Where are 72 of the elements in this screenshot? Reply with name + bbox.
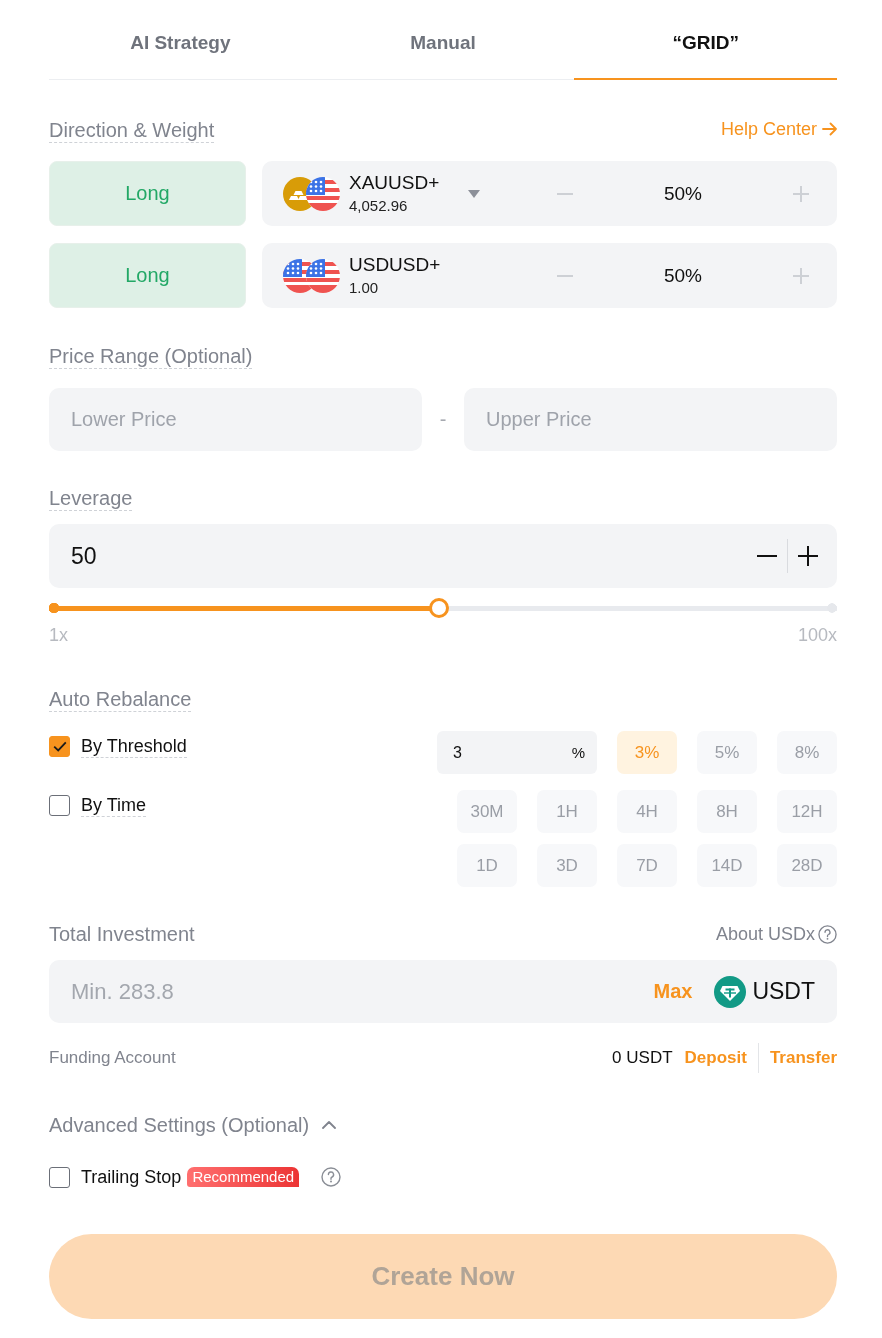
time-option[interactable]: 12H <box>777 790 837 833</box>
investment-field[interactable]: Min. 283.8 Max USDT <box>49 960 837 1023</box>
section-title: Leverage <box>49 486 133 511</box>
threshold-option[interactable]: 5% <box>697 731 757 774</box>
slider-max-label: 100x <box>797 625 837 645</box>
balance-value: 0 USDT <box>612 1047 673 1069</box>
checkbox[interactable] <box>49 795 70 816</box>
leverage-field[interactable]: 50 <box>49 524 837 588</box>
direction-button[interactable]: Long <box>49 161 246 226</box>
section-title: Auto Rebalance <box>49 687 192 712</box>
minus-icon <box>557 274 573 277</box>
arrow-right-icon <box>822 121 837 136</box>
threshold-option[interactable]: 8% <box>777 731 837 774</box>
two-flags-icon <box>283 258 340 293</box>
help-icon <box>818 924 837 944</box>
minus-icon <box>557 192 573 195</box>
caret-down-icon[interactable] <box>468 189 480 198</box>
weight-value: 50% <box>664 182 702 205</box>
plus-icon <box>798 546 818 566</box>
max-button[interactable]: Max <box>653 980 693 1003</box>
recommended-badge: Recommended <box>187 1167 300 1187</box>
checkbox[interactable] <box>49 1166 70 1188</box>
tab[interactable]: AI Strategy <box>49 0 312 80</box>
time-option[interactable]: 14D <box>697 844 757 887</box>
threshold-field[interactable]: 3 % <box>437 731 597 774</box>
threshold-input[interactable]: 3 <box>453 738 572 767</box>
funding-account-label: Funding Account <box>49 1047 176 1069</box>
time-option[interactable]: 30M <box>457 790 517 833</box>
help-icon[interactable] <box>321 1167 342 1187</box>
checkbox-label: By Threshold <box>81 735 187 758</box>
time-option[interactable]: 4H <box>617 790 677 833</box>
lower-price-input[interactable]: Lower Price <box>49 388 422 451</box>
threshold-option[interactable]: 3% <box>617 731 677 774</box>
weight-value: 50% <box>664 264 702 287</box>
time-option[interactable]: 7D <box>617 844 677 887</box>
advanced-settings-toggle[interactable]: Advanced Settings (Optional) <box>49 1113 337 1137</box>
ingots-and-flag-icon <box>283 176 340 211</box>
coin-icon <box>714 975 747 1008</box>
slider-min-label: 1x <box>49 625 68 645</box>
plus-icon <box>793 185 809 202</box>
asset-symbol: XAUUSD+ <box>349 172 440 194</box>
help-center-link[interactable]: Help Center <box>720 116 837 141</box>
time-option[interactable]: 1D <box>457 844 517 887</box>
checkbox-label: By Time <box>81 794 146 817</box>
unit-label: % <box>571 744 585 761</box>
tab[interactable]: Manual <box>311 0 575 80</box>
range-separator: - <box>438 408 448 431</box>
asset-price: 4,052.96 <box>349 197 408 215</box>
time-option[interactable]: 1H <box>537 790 597 833</box>
section-title: Total Investment <box>49 922 195 946</box>
tab[interactable]: “GRID” <box>574 0 837 80</box>
investment-input[interactable]: Min. 283.8 <box>71 971 654 1012</box>
time-option[interactable]: 3D <box>537 844 597 887</box>
plus-icon <box>793 267 809 284</box>
about-link[interactable]: About USDx <box>715 923 837 945</box>
checkbox[interactable] <box>49 736 70 757</box>
minus-icon <box>757 555 777 557</box>
direction-button[interactable]: Long <box>49 243 246 308</box>
asset-price: 1.00 <box>349 279 379 297</box>
currency-label: USDT <box>752 978 815 1005</box>
funding-action-link[interactable]: Transfer <box>769 1047 837 1069</box>
time-option[interactable]: 28D <box>777 844 837 887</box>
checkmark-icon <box>52 741 67 752</box>
section-title: Price Range (Optional) <box>49 344 253 369</box>
slider-thumb[interactable] <box>429 598 450 618</box>
upper-price-input[interactable]: Upper Price <box>464 388 837 451</box>
section-title: Direction & Weight <box>49 118 215 143</box>
checkbox-label: Trailing Stop <box>81 1166 182 1188</box>
time-option[interactable]: 8H <box>697 790 757 833</box>
asset-symbol: USDUSD+ <box>349 254 441 276</box>
funding-action-link[interactable]: Deposit <box>684 1047 747 1069</box>
leverage-input[interactable]: 50 <box>71 536 747 576</box>
